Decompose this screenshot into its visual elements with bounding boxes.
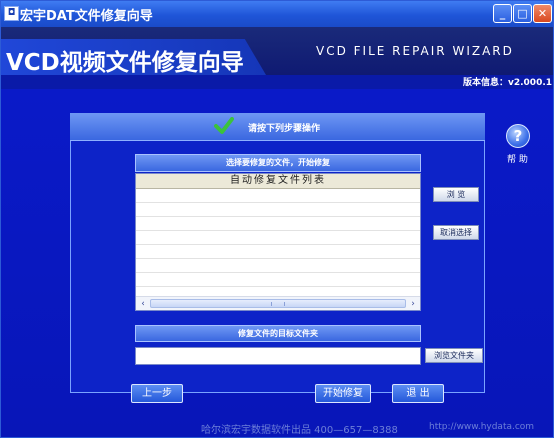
list-row-divider	[136, 202, 420, 203]
app-window: ◘ 宏宇DAT文件修复向导 _ □ ✕ VCD视频文件修复向导 VCD FILE…	[0, 0, 554, 438]
list-row-divider	[136, 244, 420, 245]
close-button[interactable]: ✕	[533, 4, 552, 23]
list-row-divider	[136, 258, 420, 259]
scroll-grip-icon	[271, 302, 285, 306]
window-title: 宏宇DAT文件修复向导	[20, 9, 153, 24]
banner-title: VCD视频文件修复向导	[6, 50, 244, 76]
title-bar[interactable]: ◘ 宏宇DAT文件修复向导 _ □ ✕	[1, 1, 553, 27]
footer-url[interactable]: http://www.hydata.com	[429, 422, 534, 432]
previous-step-button[interactable]: 上一步	[131, 384, 183, 403]
check-icon	[214, 117, 234, 134]
scroll-thumb[interactable]	[150, 299, 406, 308]
file-list-section-title: 选择要修复的文件，开始修复	[135, 154, 421, 172]
scroll-right-icon[interactable]: ›	[407, 298, 419, 310]
list-row-divider	[136, 286, 420, 287]
browse-folder-button[interactable]: 浏览文件夹	[425, 348, 483, 363]
exit-button[interactable]: 退 出	[392, 384, 444, 403]
start-repair-button[interactable]: 开始修复	[315, 384, 371, 403]
list-row-divider	[136, 272, 420, 273]
maximize-button[interactable]: □	[513, 4, 532, 23]
file-list[interactable]: 自动修复文件列表 ‹ ›	[135, 173, 421, 311]
file-list-column-header[interactable]: 自动修复文件列表	[136, 174, 420, 189]
footer-company: 哈尔滨宏宇数据软件出品 400—657—8388	[201, 425, 398, 436]
scroll-left-icon[interactable]: ‹	[137, 298, 149, 310]
help-icon[interactable]: ?	[506, 124, 530, 148]
browse-button[interactable]: 浏 览	[433, 187, 479, 202]
list-row-divider	[136, 230, 420, 231]
cancel-selection-button[interactable]: 取消选择	[433, 225, 479, 240]
version-info: 版本信息：v2.000.1	[463, 78, 553, 88]
target-folder-section-title: 修复文件的目标文件夹	[135, 325, 421, 342]
banner-english-title: VCD FILE REPAIR WIZARD	[316, 44, 514, 58]
horizontal-scrollbar[interactable]: ‹ ›	[136, 296, 420, 310]
minimize-button[interactable]: _	[493, 4, 512, 23]
banner: VCD视频文件修复向导 VCD FILE REPAIR WIZARD 版本信息：…	[1, 27, 553, 89]
target-folder-input[interactable]	[135, 347, 421, 365]
help-label[interactable]: 帮 助	[507, 152, 528, 165]
steps-title: 请按下列步骤操作	[248, 124, 321, 134]
list-row-divider	[136, 216, 420, 217]
app-icon: ◘	[4, 6, 19, 21]
